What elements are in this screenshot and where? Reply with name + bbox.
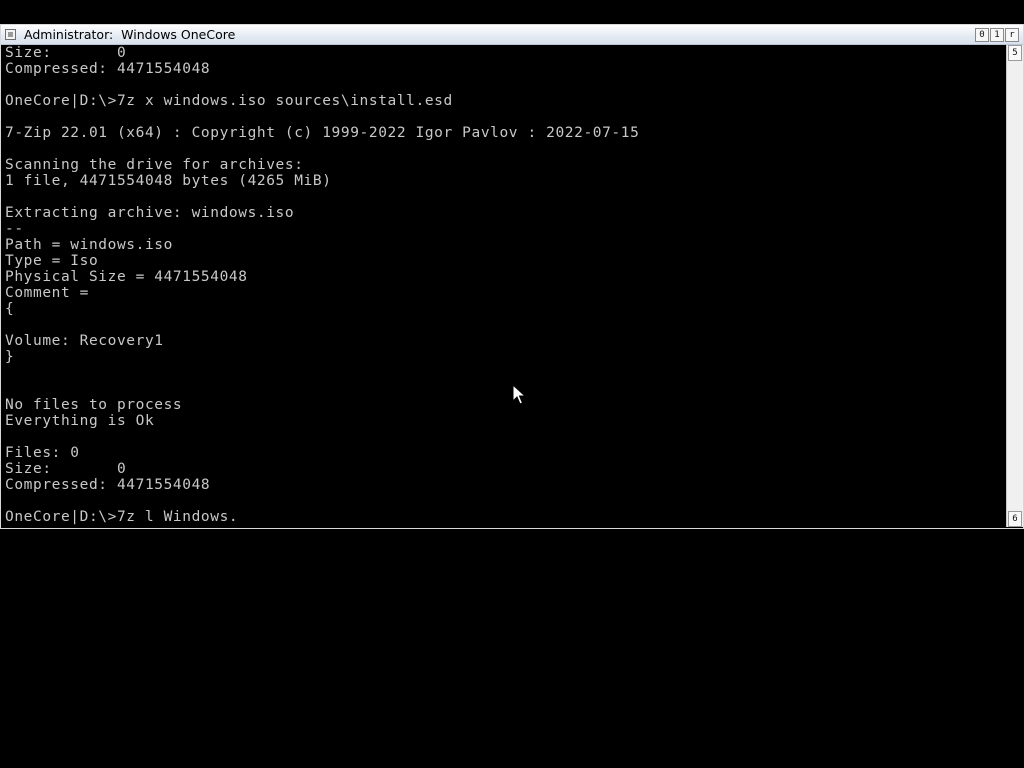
console-line: Extracting archive: windows.iso [5, 205, 295, 221]
scroll-down-button[interactable]: 6 [1008, 511, 1022, 527]
console-line: Comment = [5, 285, 89, 301]
window-title: Administrator: Windows OneCore [24, 27, 236, 42]
console-line: { [5, 301, 15, 317]
console-line: Everything is Ok [5, 413, 155, 429]
window-controls: 0 1 r [975, 28, 1019, 42]
console-line: Size: 0 [5, 461, 127, 477]
console-line: OneCore|D:\>7z x windows.iso sources\ins… [5, 93, 453, 109]
console-line: Physical Size = 4471554048 [5, 269, 248, 285]
mouse-pointer-icon [512, 384, 526, 405]
console-line: 1 file, 4471554048 bytes (4265 MiB) [5, 173, 332, 189]
console-line: Type = Iso [5, 253, 99, 269]
maximize-button[interactable]: 1 [990, 28, 1004, 42]
system-menu-icon[interactable] [5, 29, 16, 40]
console-line: No files to process [5, 397, 183, 413]
console-line: -- [5, 221, 24, 237]
console-line: Path = windows.iso [5, 237, 173, 253]
console-line: 7-Zip 22.01 (x64) : Copyright (c) 1999-2… [5, 125, 640, 141]
console-line: Volume: Recovery1 [5, 333, 164, 349]
console-line: } [5, 349, 15, 365]
console-line: Size: 0 [5, 45, 127, 61]
console-line: Compressed: 4471554048 [5, 61, 211, 77]
close-button[interactable]: r [1005, 28, 1019, 42]
console-output[interactable]: Size: 0 Compressed: 4471554048 OneCore|D… [5, 45, 1001, 527]
title-bar[interactable]: Administrator: Windows OneCore 0 1 r [1, 25, 1023, 45]
vertical-scrollbar[interactable]: 5 6 [1006, 45, 1023, 527]
minimize-button[interactable]: 0 [975, 28, 989, 42]
console-line: Compressed: 4471554048 [5, 477, 211, 493]
console-prompt-line[interactable]: OneCore|D:\>7z l Windows. [5, 509, 1001, 525]
scroll-up-button[interactable]: 5 [1008, 45, 1022, 61]
console-window[interactable]: Administrator: Windows OneCore 0 1 r Siz… [0, 24, 1024, 529]
console-line: Scanning the drive for archives: [5, 157, 304, 173]
console-line: Files: 0 [5, 445, 80, 461]
